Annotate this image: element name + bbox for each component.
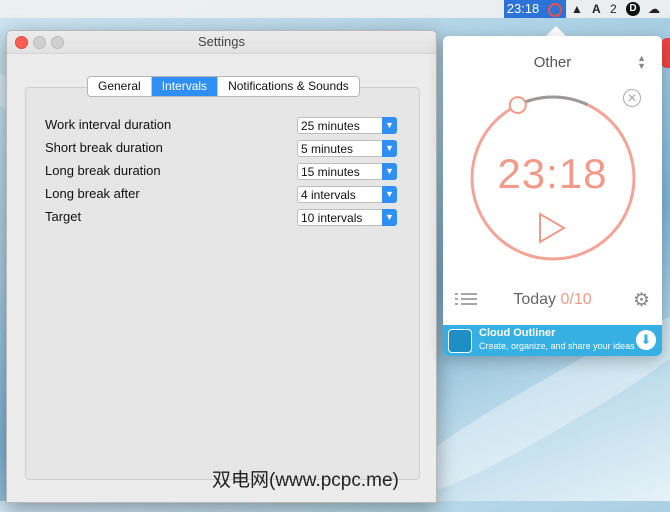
titlebar: Settings	[7, 31, 436, 54]
window-title: Settings	[198, 34, 245, 49]
short-break-label: Short break duration	[45, 140, 163, 155]
tomato-icon[interactable]	[542, 0, 566, 18]
watermark: 双电网(www.pcpc.me)	[212, 470, 399, 491]
long-break-select[interactable]: 15 minutes ▼	[297, 163, 397, 180]
app-window-edge	[661, 38, 670, 68]
tab-general[interactable]: General	[88, 77, 152, 96]
play-icon[interactable]	[538, 212, 566, 244]
long-break-after-value: 4 intervals	[301, 188, 356, 202]
chevron-down-icon: ▼	[382, 163, 397, 180]
cloud-icon[interactable]: ☁	[648, 0, 660, 18]
work-interval-select[interactable]: 25 minutes ▼	[297, 117, 397, 134]
progress-knob[interactable]	[508, 96, 527, 115]
tab-bar: General Intervals Notifications & Sounds	[87, 76, 360, 97]
work-interval-value: 25 minutes	[301, 119, 360, 133]
adobe-icon[interactable]: A	[592, 0, 601, 18]
settings-window: Settings General Intervals Notifications…	[6, 30, 437, 503]
ad-banner[interactable]: Cloud Outliner Create, organize, and sha…	[443, 325, 662, 356]
notification-count[interactable]: 2	[610, 0, 617, 18]
tab-intervals[interactable]: Intervals	[151, 77, 219, 96]
target-label: Target	[45, 209, 82, 224]
long-break-after-select[interactable]: 4 intervals ▼	[297, 186, 397, 203]
ad-title: Cloud Outliner	[479, 327, 556, 339]
tab-notifications-sounds[interactable]: Notifications & Sounds	[218, 77, 359, 96]
long-break-label: Long break duration	[45, 163, 161, 178]
target-select[interactable]: 10 intervals ▼	[297, 209, 397, 226]
gear-icon[interactable]: ⚙	[633, 289, 650, 312]
long-break-value: 15 minutes	[301, 165, 360, 179]
updown-arrows-icon[interactable]: ▲ ▼	[637, 54, 646, 71]
today-summary: Today 0/10	[443, 291, 662, 309]
menubar: 23:18 ▲ A 2 D ☁	[0, 0, 670, 18]
chevron-down-icon: ▼	[382, 209, 397, 226]
short-break-select[interactable]: 5 minutes ▼	[297, 140, 397, 157]
category-select[interactable]: Other	[443, 54, 662, 71]
today-count: 0/10	[560, 291, 592, 308]
today-label: Today	[513, 291, 557, 308]
download-icon[interactable]: ⬇	[636, 330, 656, 350]
chevron-down-icon: ▼	[382, 140, 397, 157]
short-break-value: 5 minutes	[301, 142, 354, 156]
target-value: 10 intervals	[301, 211, 363, 225]
chevron-down-icon: ▼	[382, 117, 397, 134]
timer-display: 23:18	[497, 150, 608, 197]
menubar-timer[interactable]: 23:18	[504, 0, 542, 18]
chevron-down-icon: ▼	[382, 186, 397, 203]
dashlane-icon[interactable]: D	[626, 2, 640, 16]
timer-popover: Other ▲ ▼ ✕ 23:18 Today 0/10 ⚙ Cloud Outl…	[443, 36, 662, 356]
lightbulb-icon	[448, 329, 472, 353]
ad-subtitle: Create, organize, and share your ideas	[479, 341, 635, 351]
eject-icon[interactable]: ▲	[571, 0, 583, 18]
popover-arrow	[546, 26, 566, 36]
long-break-after-label: Long break after	[45, 186, 140, 201]
work-interval-label: Work interval duration	[45, 117, 172, 132]
